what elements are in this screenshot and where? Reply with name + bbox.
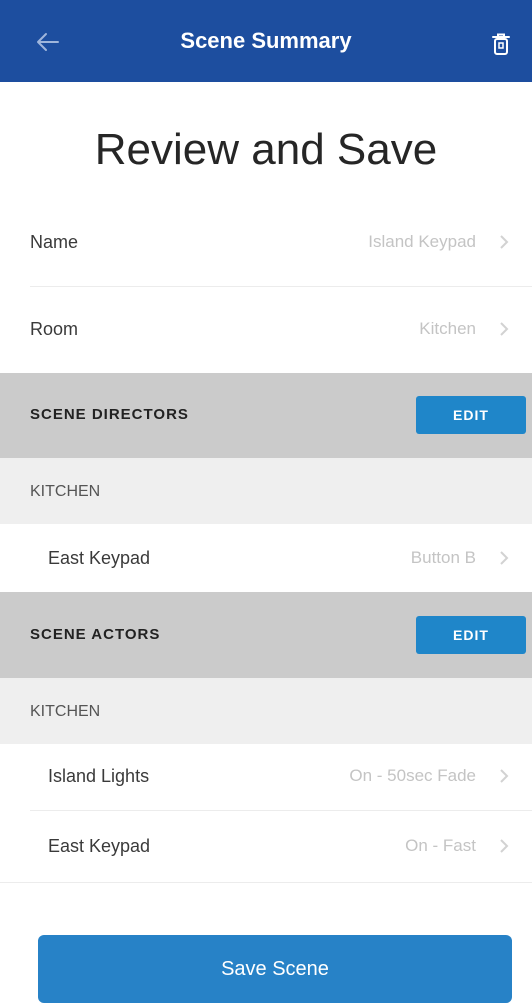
edit-directors-button[interactable]: EDIT — [416, 396, 526, 434]
scene-actors-header: SCENE ACTORS EDIT — [0, 592, 532, 678]
actors-room-group: KITCHEN — [0, 678, 532, 744]
scene-directors-header: SCENE DIRECTORS EDIT — [0, 373, 532, 458]
director-item[interactable]: East Keypad Button B — [0, 524, 532, 592]
room-value: Kitchen — [419, 319, 476, 338]
delete-button[interactable] — [484, 27, 518, 61]
back-arrow-icon — [37, 33, 59, 51]
divider — [0, 882, 532, 883]
page-title: Scene Summary — [180, 28, 352, 53]
room-row[interactable]: Room Kitchen — [0, 300, 532, 358]
actor-item[interactable]: Island Lights On - 50sec Fade — [0, 744, 532, 808]
chevron-right-icon — [494, 768, 514, 784]
room-group-label: KITCHEN — [30, 483, 101, 500]
name-label: Name — [30, 231, 79, 252]
chevron-right-icon — [494, 234, 514, 250]
top-bar: Scene Summary — [0, 0, 532, 82]
actor-item-value: On - 50sec Fade — [349, 766, 476, 785]
chevron-right-icon — [494, 838, 514, 854]
chevron-right-icon — [494, 550, 514, 566]
actor-item-label: Island Lights — [48, 765, 150, 786]
section-title: SCENE DIRECTORS — [30, 406, 189, 423]
trash-icon — [492, 33, 510, 55]
divider — [30, 286, 532, 287]
actor-item[interactable]: East Keypad On - Fast — [0, 814, 532, 878]
director-item-value: Button B — [410, 548, 476, 567]
actor-item-label: East Keypad — [48, 835, 151, 856]
save-scene-button[interactable]: Save Scene — [38, 935, 512, 1003]
back-button[interactable] — [30, 26, 66, 58]
edit-actors-button[interactable]: EDIT — [416, 616, 526, 654]
director-item-label: East Keypad — [48, 547, 151, 568]
name-value: Island Keypad — [368, 232, 476, 251]
name-row[interactable]: Name Island Keypad — [0, 213, 532, 271]
room-group-label: KITCHEN — [30, 703, 101, 720]
section-title: SCENE ACTORS — [30, 626, 161, 643]
review-heading: Review and Save — [94, 125, 438, 174]
chevron-right-icon — [494, 321, 514, 337]
divider — [30, 810, 532, 811]
actor-item-value: On - Fast — [405, 836, 476, 855]
directors-room-group: KITCHEN — [0, 458, 532, 524]
room-label: Room — [30, 318, 79, 339]
